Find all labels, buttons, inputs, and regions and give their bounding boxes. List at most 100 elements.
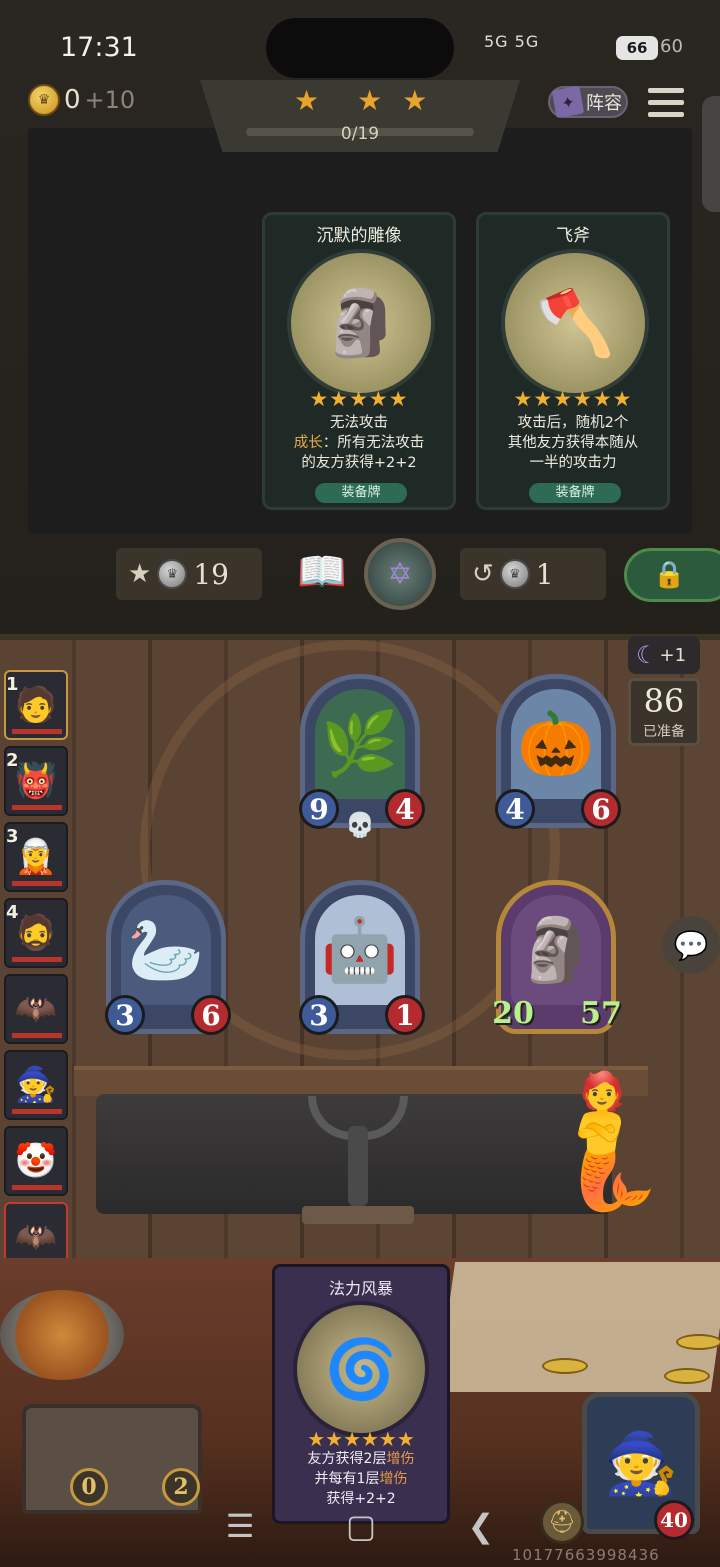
minion-art: 🦢 bbox=[121, 895, 211, 1005]
nav-menu-button[interactable]: ☰ bbox=[226, 1507, 255, 1545]
shop-card-silent-statue[interactable]: 沉默的雕像 🗿 ★★★★★ 无法攻击 成长：所有无法攻击 的友方获得+2+2 装… bbox=[262, 212, 456, 510]
card-desc-line: 无法攻击 bbox=[330, 415, 388, 431]
nav-home-button[interactable]: ▢ bbox=[346, 1507, 376, 1545]
player-avatar: 🧔 bbox=[14, 913, 58, 953]
lock-shop-button[interactable]: 🔒 bbox=[624, 548, 720, 602]
card-desc-line: 一半的攻击力 bbox=[529, 455, 617, 471]
keyword-damage-boost: 增伤 bbox=[379, 1471, 408, 1487]
minion-art: 🎃 bbox=[511, 689, 601, 799]
silver-coin-icon: ♛ bbox=[157, 559, 188, 589]
card-desc-line: 成长：所有无法攻击 bbox=[275, 433, 443, 453]
hero-health: 40 bbox=[654, 1500, 694, 1540]
table-coin bbox=[676, 1334, 720, 1350]
card-desc-line: 并每有1层增伤 bbox=[281, 1469, 441, 1489]
skull-icon: 💀 bbox=[345, 811, 375, 839]
keyword-growth: 成长 bbox=[293, 435, 323, 451]
minion-health: 4 bbox=[385, 789, 425, 829]
roster-player-1[interactable]: 🧑 1 bbox=[4, 670, 68, 740]
card-desc-text: 并每有1层 bbox=[314, 1471, 380, 1487]
card-desc-text: ：所有无法攻击 bbox=[322, 435, 425, 451]
moon-icon: ☾ bbox=[636, 641, 658, 669]
table-coin bbox=[664, 1368, 710, 1384]
minion-health: 57 bbox=[580, 995, 622, 1031]
player-rank: 2 bbox=[6, 750, 19, 771]
upgrade-tier-button[interactable]: ★ ♛ 19 bbox=[116, 548, 262, 600]
freeze-token-button[interactable]: ✡ bbox=[364, 538, 436, 610]
minion-attack: 20 bbox=[492, 995, 534, 1031]
battery-indicator: 66 bbox=[616, 36, 658, 60]
food-plate bbox=[0, 1290, 124, 1380]
roster-player-3[interactable]: 🧝 3 bbox=[4, 822, 68, 892]
player-rank: 1 bbox=[6, 674, 19, 695]
battle-lever[interactable] bbox=[302, 1096, 414, 1226]
minion-art: 🗿 bbox=[511, 895, 601, 1005]
gold-income: +10 bbox=[84, 86, 136, 114]
lineup-button[interactable]: ✦ 阵容 bbox=[548, 85, 628, 119]
treasure-chests[interactable]: 0 2 bbox=[22, 1404, 202, 1514]
card-description: 攻击后，随机2个 其他友方获得本随从 一半的攻击力 bbox=[489, 413, 657, 473]
minion-pumpkin-ghost[interactable]: 🎃 4 6 bbox=[495, 674, 621, 829]
roster-player-6[interactable]: 🧙 bbox=[4, 1050, 68, 1120]
player-avatar: 👹 bbox=[14, 761, 58, 801]
card-type-tag: 装备牌 bbox=[315, 483, 407, 503]
minion-health: 6 bbox=[581, 789, 621, 829]
player-avatar: 🧝 bbox=[14, 837, 58, 877]
ready-label: 已准备 bbox=[643, 724, 685, 740]
moon-bonus-badge: ☾ +1 bbox=[628, 636, 700, 674]
card-title: 法力风暴 bbox=[328, 1279, 393, 1298]
storm-icon: 🌀 bbox=[293, 1301, 429, 1437]
tier-star-icon: ★ bbox=[294, 84, 320, 117]
minion-tiki-mask[interactable]: 🗿 20 57 bbox=[492, 880, 622, 1034]
roster-player-7[interactable]: 🤡 bbox=[4, 1126, 68, 1196]
card-title: 沉默的雕像 bbox=[316, 226, 402, 246]
player-rank: 3 bbox=[6, 826, 19, 847]
minion-attack: 3 bbox=[299, 995, 339, 1035]
tavern-tier-stars: ★ ★ ★ bbox=[294, 84, 427, 117]
card-desc-line: 攻击后，随机2个 bbox=[517, 415, 629, 431]
chat-icon: 💬 bbox=[673, 928, 709, 962]
player-id-watermark: 10177663998436 bbox=[512, 1546, 660, 1564]
roster-player-4[interactable]: 🧔 4 bbox=[4, 898, 68, 968]
menu-line bbox=[648, 99, 684, 105]
player-rank: 4 bbox=[6, 902, 19, 923]
moon-bonus-value: +1 bbox=[659, 644, 687, 666]
player-hp-bar bbox=[12, 805, 62, 810]
chest-count-left: 0 bbox=[70, 1468, 108, 1506]
hero-power-button[interactable]: ⛑ bbox=[540, 1500, 584, 1544]
player-avatar: 🧙 bbox=[14, 1065, 58, 1105]
upgrade-cost: 19 bbox=[193, 557, 229, 591]
menu-button[interactable] bbox=[648, 84, 684, 120]
hand-card-mana-storm[interactable]: 法力风暴 🌀 ★★★★★★ 友方获得2层增伤 并每有1层增伤 获得+2+2 bbox=[272, 1264, 450, 1524]
tier-star-icon: ★ bbox=[402, 84, 428, 117]
star-up-icon: ★ bbox=[128, 559, 152, 589]
tier-progress-text: 0/19 bbox=[340, 124, 380, 144]
side-pull-tab[interactable] bbox=[702, 96, 720, 212]
player-avatar: 🤡 bbox=[14, 1141, 58, 1181]
minion-attack: 3 bbox=[105, 995, 145, 1035]
menu-line bbox=[648, 87, 684, 93]
ready-counter: 86 已准备 bbox=[628, 678, 700, 746]
roster-player-2[interactable]: 👹 2 bbox=[4, 746, 68, 816]
hero-character-figure: 🧜 bbox=[520, 1064, 682, 1216]
player-avatar: 🦇 bbox=[14, 1217, 58, 1257]
minion-plant-creature[interactable]: 🌿 9 4 💀 bbox=[299, 674, 425, 839]
minion-robot[interactable]: 🤖 3 1 bbox=[299, 880, 425, 1035]
refresh-button[interactable]: ↺ ♛ 1 bbox=[460, 548, 606, 600]
table-coin bbox=[542, 1358, 588, 1374]
network-indicator: 5G 5G bbox=[484, 32, 540, 51]
player-avatar: 🧑 bbox=[14, 685, 58, 725]
card-desc-line: 的友方获得+2+2 bbox=[301, 455, 417, 471]
chat-bubble-button[interactable]: 💬 bbox=[662, 916, 720, 974]
minion-goose[interactable]: 🦢 3 6 bbox=[105, 880, 231, 1035]
card-stars: ★★★★★ bbox=[309, 387, 409, 411]
player-hp-bar bbox=[12, 881, 62, 886]
gold-counter: ♛ 0 +10 bbox=[28, 82, 135, 118]
shop-card-flying-axe[interactable]: 飞斧 🪓 ★★★★★★ 攻击后，随机2个 其他友方获得本随从 一半的攻击力 装备… bbox=[476, 212, 670, 510]
nav-back-button[interactable]: ❮ bbox=[467, 1507, 494, 1545]
minion-health: 1 bbox=[385, 995, 425, 1035]
axe-icon: 🪓 bbox=[501, 249, 649, 397]
book-icon: ✦ bbox=[551, 85, 585, 119]
card-stars: ★★★★★★ bbox=[513, 387, 633, 411]
roster-player-5[interactable]: 🦇 bbox=[4, 974, 68, 1044]
card-desc-line: 其他友方获得本随从 bbox=[507, 435, 639, 451]
